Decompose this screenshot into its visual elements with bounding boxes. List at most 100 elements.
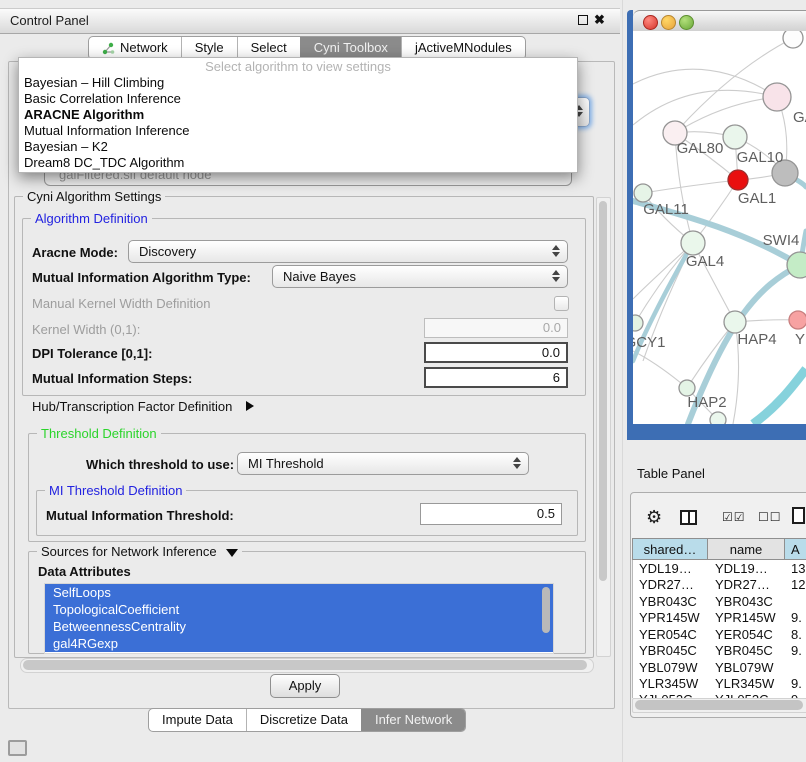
node-gal-partial[interactable] [763, 83, 791, 111]
column-header-partial[interactable]: A [785, 538, 806, 560]
tab-impute-data[interactable]: Impute Data [149, 709, 246, 731]
table-row[interactable]: YER054C [639, 627, 697, 643]
dropdown-item[interactable]: Dream8 DC_TDC Algorithm [19, 155, 577, 171]
table-row[interactable]: YPR145W [639, 610, 700, 626]
table-row[interactable]: YBL079W [639, 660, 698, 676]
expander-collapsed-icon [246, 401, 254, 411]
settings-vscrollbar[interactable] [596, 197, 611, 657]
dropdown-item[interactable]: Basic Correlation Inference [19, 91, 577, 107]
expander-expanded-icon [226, 549, 238, 557]
attribute-item[interactable]: SelfLoops [45, 584, 553, 601]
aracne-mode-label: Aracne Mode: [32, 245, 118, 260]
table-row[interactable]: YDL19… [639, 561, 692, 577]
tab-style[interactable]: Style [181, 37, 237, 59]
attributes-vscrollbar-thumb[interactable] [542, 587, 550, 633]
node-partial-top[interactable] [783, 31, 803, 48]
node-gcy1[interactable] [633, 315, 643, 331]
mi-steps-label: Mutual Information Steps: [32, 371, 192, 386]
manual-kernel-checkbox[interactable] [554, 296, 569, 311]
node-label: GAL [793, 109, 806, 126]
dropdown-item[interactable]: Bayesian – K2 [19, 139, 577, 155]
node-label: GAL80 [677, 140, 724, 157]
apply-button[interactable]: Apply [270, 674, 340, 698]
mi-steps-field[interactable]: 6 [424, 367, 568, 388]
node-label: GAL1 [738, 190, 776, 207]
attribute-item[interactable]: TopologicalCoefficient [45, 601, 553, 618]
tab-infer-network[interactable]: Infer Network [361, 709, 465, 731]
node-gal11[interactable] [634, 184, 652, 202]
network-canvas[interactable]: GAL GAL80 GAL10 GAL1 GAL11 GAL4 SWI4 GCY… [633, 31, 806, 424]
panel-divider[interactable] [622, 0, 623, 762]
node-partial-bottom[interactable] [710, 412, 726, 424]
network-window-frame-bottom [627, 424, 806, 440]
node-swi4[interactable] [787, 252, 806, 278]
settings-hscrollbar-thumb[interactable] [23, 660, 587, 670]
tab-network-label: Network [120, 37, 168, 59]
column-header-name[interactable]: name [708, 538, 785, 560]
minimize-traffic-light[interactable] [661, 15, 676, 30]
kernel-width-field[interactable]: 0.0 [424, 318, 568, 338]
node-gal10[interactable] [723, 125, 747, 149]
table-row[interactable]: YBR043C [639, 594, 697, 610]
dropdown-item[interactable]: Mutual Information Inference [19, 123, 577, 139]
settings-hscrollbar[interactable] [20, 658, 594, 673]
dropdown-item-selected[interactable]: ARACNE Algorithm [19, 107, 577, 123]
page-icon[interactable] [792, 507, 805, 524]
mi-type-combo[interactable]: Naive Bayes [272, 265, 568, 288]
node-label: GAL10 [737, 149, 784, 166]
tab-network[interactable]: Network [89, 37, 181, 59]
bottom-tabbar: Impute Data Discretize Data Infer Networ… [148, 708, 466, 732]
tab-discretize-data[interactable]: Discretize Data [246, 709, 361, 731]
columns-icon[interactable] [680, 510, 697, 525]
stepper-icon [552, 270, 560, 282]
node-salmon[interactable] [789, 311, 806, 329]
hub-factor-expander[interactable]: Hub/Transcription Factor Definition [32, 399, 254, 414]
dpi-tolerance-field[interactable]: 0.0 [424, 342, 568, 363]
close-traffic-light[interactable] [643, 15, 658, 30]
algorithm-dropdown-popup: Select algorithm to view settings Bayesi… [18, 57, 578, 173]
zoom-traffic-light[interactable] [679, 15, 694, 30]
attribute-item[interactable]: BetweennessCentrality [45, 618, 553, 635]
network-graph: GAL GAL80 GAL10 GAL1 GAL11 GAL4 SWI4 GCY… [633, 31, 806, 424]
control-panel-titlebar: Control Panel [0, 8, 620, 34]
settings-vscrollbar-thumb[interactable] [599, 201, 607, 581]
table-row[interactable]: YLR345W [639, 676, 698, 692]
dpi-tolerance-label: DPI Tolerance [0,1]: [32, 346, 152, 361]
table-body: YDL19… YDL19… 13 YDR27… YDR27… 12 YBR043… [632, 560, 806, 698]
mi-threshold-field[interactable]: 0.5 [420, 503, 562, 525]
attribute-item[interactable]: gal4RGexp [45, 635, 553, 652]
data-attributes-label: Data Attributes [38, 564, 131, 579]
table-row[interactable]: YBR045C [639, 643, 697, 659]
table-row[interactable]: YDR27… [639, 577, 694, 593]
float-window-icon[interactable] [578, 15, 588, 25]
gear-icon[interactable]: ⚙ [646, 507, 662, 528]
unchecked-checkboxes-icon[interactable]: ☐☐ [758, 510, 782, 524]
tab-jactivemnodules[interactable]: jActiveMNodules [401, 37, 525, 59]
collapsed-panel-icon[interactable] [8, 740, 27, 756]
tab-cyni-toolbox[interactable]: Cyni Toolbox [300, 37, 401, 59]
algorithm-definition-title: Algorithm Definition [31, 211, 152, 226]
column-header-shared[interactable]: shared… [632, 538, 708, 560]
node-label: GAL4 [686, 253, 724, 270]
checked-checkboxes-icon[interactable]: ☑☑ [722, 510, 746, 524]
tab-select[interactable]: Select [237, 37, 300, 59]
table-hscrollbar[interactable] [632, 698, 806, 713]
node-label: SWI4 [763, 232, 800, 249]
close-icon[interactable]: ✖ [594, 12, 605, 28]
threshold-definition-title: Threshold Definition [37, 426, 161, 441]
dropdown-item[interactable]: Bayesian – Hill Climbing [19, 75, 577, 91]
panel-title: Control Panel [10, 13, 89, 28]
node-gal1-selected[interactable] [728, 170, 748, 190]
network-window-titlebar[interactable] [633, 10, 806, 33]
node-hap4[interactable] [724, 311, 746, 333]
node-gal4[interactable] [681, 231, 705, 255]
table-hscrollbar-thumb[interactable] [635, 700, 803, 710]
which-threshold-label: Which threshold to use: [86, 457, 234, 472]
stepper-icon [552, 245, 560, 257]
mi-type-label: Mutual Information Algorithm Type: [32, 270, 251, 285]
manual-kernel-label: Manual Kernel Width Definition [32, 296, 210, 311]
aracne-mode-combo[interactable]: Discovery [128, 240, 568, 263]
which-threshold-combo[interactable]: MI Threshold [237, 452, 529, 475]
network-icon [102, 42, 115, 55]
node-label: HAP2 [687, 394, 726, 411]
